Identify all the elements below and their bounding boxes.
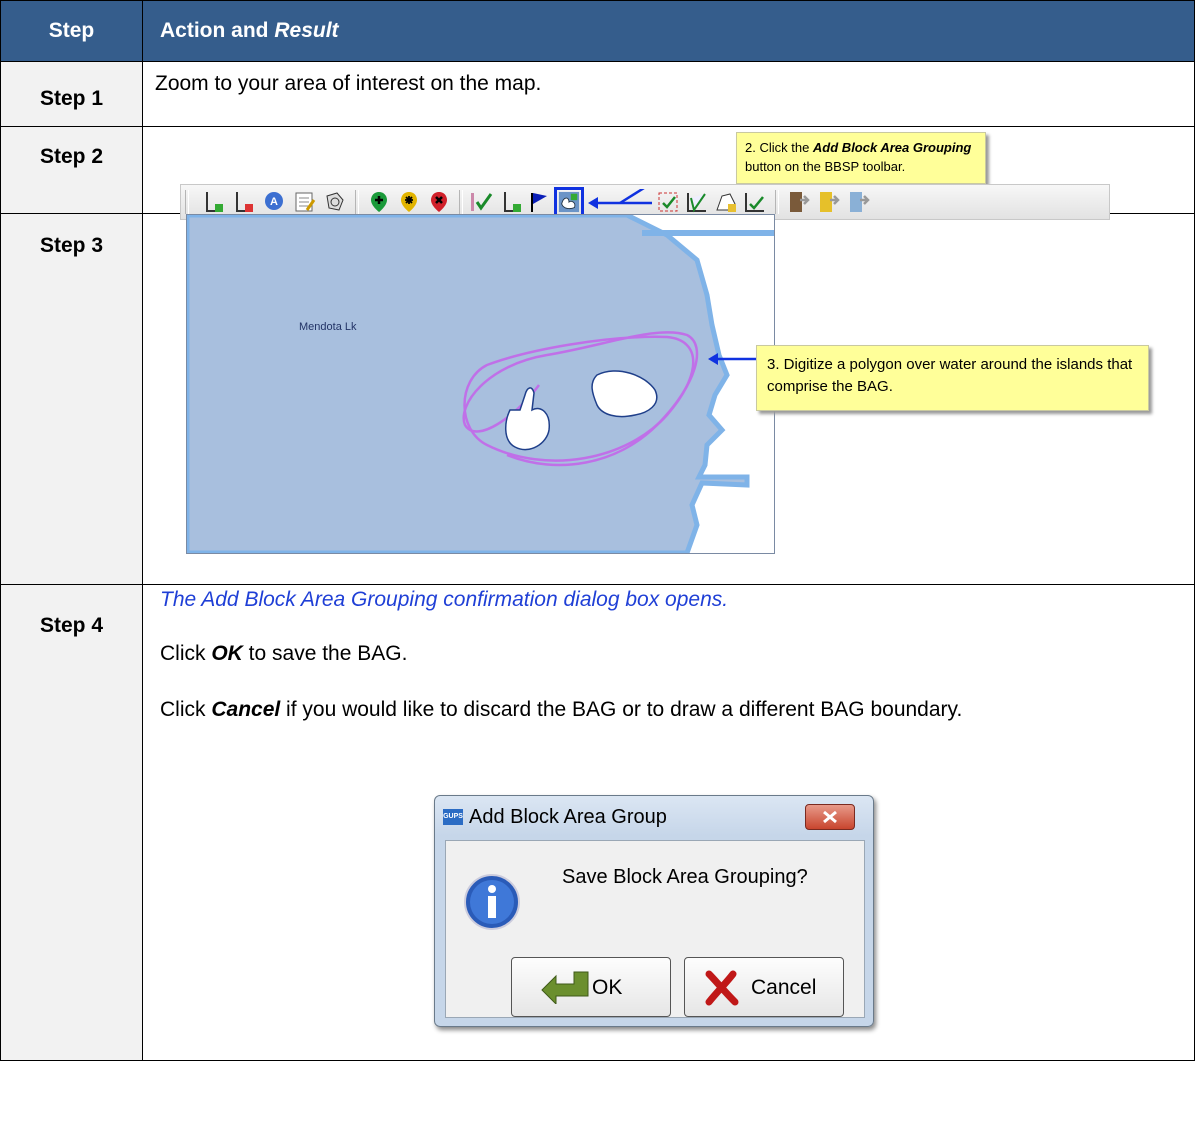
map-label: Mendota Lk xyxy=(299,321,357,333)
move-point-icon[interactable] xyxy=(397,190,421,214)
header-action: Action and Result xyxy=(142,0,1195,62)
delete-point-icon[interactable] xyxy=(427,190,451,214)
ok-label: OK xyxy=(592,976,623,999)
callout-arrow-icon xyxy=(588,189,652,209)
toolbar-separator xyxy=(459,190,463,214)
info-icon xyxy=(464,874,520,930)
ok-button[interactable]: OK xyxy=(511,957,671,1017)
add-block-area-group-dialog: GUPS Add Block Area Group Save Block Are… xyxy=(434,795,874,1027)
export-blue-icon[interactable] xyxy=(847,190,871,214)
edit-shape-icon[interactable] xyxy=(714,190,738,214)
step-label-cell: Step 1 xyxy=(0,61,143,127)
add-line-icon[interactable] xyxy=(501,190,525,214)
polygon-select-icon[interactable] xyxy=(323,190,347,214)
steps-table: Step Action and Result Step 1 Zoom to yo… xyxy=(0,0,1195,1061)
validate-icon[interactable] xyxy=(469,190,493,214)
attribute-icon[interactable]: A xyxy=(263,190,287,214)
toolbar-separator xyxy=(185,190,189,214)
lake-map: Mendota Lk xyxy=(184,212,774,556)
select-blocks-icon[interactable] xyxy=(656,190,680,214)
block-area-grouping-icon xyxy=(558,191,580,213)
table-row: Step 4 The Add Block Area Grouping confi… xyxy=(0,584,1195,1061)
app-logo-icon: GUPS xyxy=(443,809,463,825)
step-label: Step 3 xyxy=(39,234,104,257)
check-blocks-icon[interactable] xyxy=(685,190,709,214)
red-x-icon xyxy=(705,970,739,1006)
step-label-cell: Step 3 xyxy=(0,213,143,585)
action-cell: Mendota Lk 3. Digitize a polygon over wa… xyxy=(142,212,1195,585)
cancel-instruction: Click Cancel if you would like to discar… xyxy=(160,698,963,721)
add-point-icon[interactable] xyxy=(367,190,391,214)
lake-water xyxy=(184,212,750,556)
step-label-cell: Step 4 xyxy=(0,584,143,1061)
map-view[interactable]: Mendota Lk xyxy=(184,212,775,556)
table-edit-icon[interactable] xyxy=(293,190,317,214)
dialog-message: Save Block Area Grouping? xyxy=(562,866,808,888)
step-label-cell: Step 2 xyxy=(0,126,143,214)
close-icon xyxy=(823,810,837,824)
step-label: Step 1 xyxy=(39,87,104,110)
action-cell: 2. Click the Add Block Area Grouping but… xyxy=(142,126,1195,220)
table-header-row: Step Action and Result xyxy=(0,0,1195,62)
table-row: Step 1 Zoom to your area of interest on … xyxy=(0,61,1195,127)
accept-shape-icon[interactable] xyxy=(743,190,767,214)
export-yellow-icon[interactable] xyxy=(817,190,841,214)
ok-instruction: Click OK to save the BAG. xyxy=(160,642,408,665)
toolbar-separator xyxy=(775,190,779,214)
step-text: Zoom to your area of interest on the map… xyxy=(155,72,542,95)
toolbar-callout: 2. Click the Add Block Area Grouping but… xyxy=(736,132,986,184)
cancel-button[interactable]: Cancel xyxy=(684,957,844,1017)
flag-icon[interactable] xyxy=(527,190,551,214)
export-icon[interactable] xyxy=(787,190,811,214)
cancel-label: Cancel xyxy=(751,976,817,999)
step-label: Step 4 xyxy=(39,614,104,637)
result-text: The Add Block Area Grouping confirmation… xyxy=(160,588,729,611)
svg-text:A: A xyxy=(270,196,278,208)
table-row: Step 3 Mendota Lk 3. Digitize a polygon … xyxy=(0,212,1195,585)
toolbar-separator xyxy=(355,190,359,214)
dialog-title: Add Block Area Group xyxy=(469,806,667,828)
green-arrow-icon xyxy=(541,971,589,1004)
delete-line-icon[interactable] xyxy=(233,190,257,214)
add-line-icon[interactable] xyxy=(203,190,227,214)
header-step: Step xyxy=(0,0,143,62)
dialog-body: Save Block Area Grouping? OK Cancel xyxy=(445,840,865,1018)
close-button[interactable] xyxy=(805,804,855,830)
step-label: Step 2 xyxy=(39,145,104,168)
map-callout: 3. Digitize a polygon over water around … xyxy=(756,345,1149,411)
action-cell: The Add Block Area Grouping confirmation… xyxy=(142,584,1195,1061)
action-cell: Zoom to your area of interest on the map… xyxy=(142,61,1195,127)
table-row: Step 2 2. Click the Add Block Area Group… xyxy=(0,126,1195,220)
add-block-area-grouping-button[interactable] xyxy=(554,187,584,217)
